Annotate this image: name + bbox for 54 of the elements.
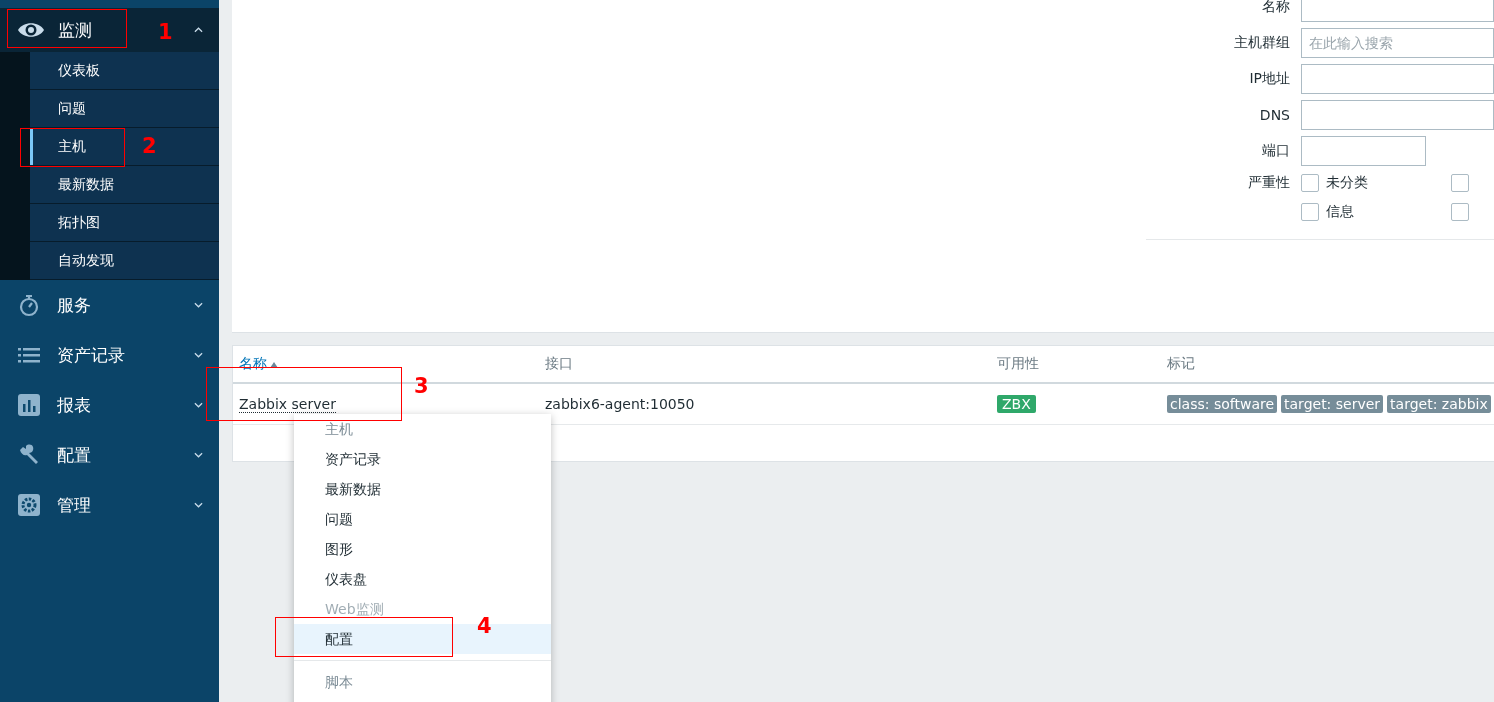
checkbox-label: 信息 (1326, 203, 1354, 221)
input-field[interactable] (1301, 100, 1494, 130)
menu-item[interactable]: 仪表盘 (294, 564, 551, 594)
chevron-icon (194, 402, 203, 408)
input-field[interactable] (1301, 0, 1494, 22)
tag: class: software (1167, 395, 1278, 413)
input-field[interactable]: 在此输入搜索 (1301, 28, 1494, 58)
field-label: DNS (1258, 107, 1290, 123)
stopwatch-icon (17, 293, 41, 317)
input-field[interactable] (1301, 136, 1426, 166)
wrench-icon (17, 443, 41, 467)
column-header: 接口 (545, 355, 573, 371)
chevron-icon (194, 452, 203, 458)
submenu-item[interactable]: 问题 (30, 90, 219, 128)
field-label: 名称 (1261, 0, 1290, 16)
chevron-icon (194, 27, 203, 33)
annotation-number: 1 (158, 20, 173, 44)
availability-badge: ZBX (997, 395, 1036, 413)
table-cell: zabbix6-agent:10050 (545, 396, 695, 412)
input-field[interactable] (1301, 64, 1494, 94)
menu-item[interactable]: 资产记录 (294, 444, 551, 474)
nav-item[interactable]: 资产记录 (0, 330, 219, 380)
nav-item[interactable]: 报表 (0, 380, 219, 430)
menu-heading: 脚本 (324, 673, 354, 692)
column-header: 标记 (1167, 355, 1195, 371)
column-header: 可用性 (997, 355, 1039, 371)
menu-item[interactable]: 图形 (294, 534, 551, 564)
menu-item[interactable]: 问题 (294, 504, 551, 534)
annotation-number: 2 (142, 134, 157, 158)
field-label: IP地址 (1248, 70, 1290, 88)
submenu-item[interactable]: 自动发现 (30, 242, 219, 280)
eye-icon (17, 20, 45, 40)
nav-item[interactable]: 管理 (0, 480, 219, 530)
host-link[interactable]: Zabbix server (239, 396, 336, 413)
chevron-icon (194, 302, 203, 308)
field-label: 端口 (1261, 142, 1290, 160)
chart-icon (17, 393, 41, 417)
chevron-icon (194, 502, 203, 508)
nav-item[interactable]: 配置 (0, 430, 219, 480)
annotation-number: 3 (414, 374, 429, 398)
submenu-item[interactable]: 最新数据 (30, 166, 219, 204)
sort-icon (270, 362, 278, 368)
settings-icon (17, 493, 41, 517)
tag: target: zabbix (1387, 395, 1491, 413)
tag: target: server (1281, 395, 1384, 413)
submenu-item[interactable]: 仪表板 (30, 52, 219, 90)
nav-item[interactable]: 服务 (0, 280, 219, 330)
chevron-icon (194, 352, 203, 358)
checkbox-label: 未分类 (1326, 174, 1368, 192)
field-label: 主机群组 (1233, 34, 1290, 52)
submenu-item[interactable]: 拓扑图 (30, 204, 219, 242)
field-label: 严重性 (1247, 174, 1290, 192)
menu-heading: 主机 (324, 420, 354, 439)
menu-item[interactable]: 最新数据 (294, 474, 551, 504)
